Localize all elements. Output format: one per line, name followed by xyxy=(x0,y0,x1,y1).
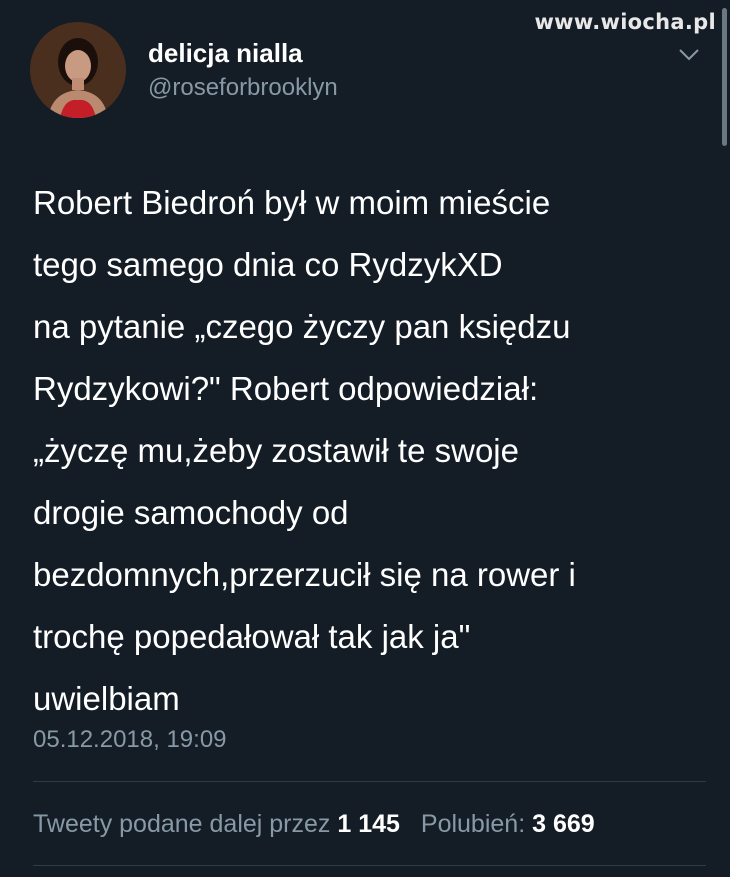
tweet-line: trochę popedałował tak jak ja" xyxy=(33,618,471,655)
tweet-line: „życzę mu,żeby zostawił te swoje xyxy=(33,432,519,469)
tweet-text: Robert Biedroń był w moim mieście tego s… xyxy=(33,172,713,730)
tweet-line: Robert Biedroń był w moim mieście xyxy=(33,184,551,221)
avatar[interactable] xyxy=(30,22,126,118)
user-handle[interactable]: @roseforbrooklyn xyxy=(148,74,338,102)
chevron-down-icon[interactable] xyxy=(678,48,700,62)
tweet-line: na pytanie „czego życzy pan księdzu xyxy=(33,308,571,345)
tweet-line: drogie samochody od xyxy=(33,494,349,531)
tweet-line: Rydzykowi?" Robert odpowiedział: xyxy=(33,370,539,407)
retweets-label[interactable]: Tweety podane dalej przez xyxy=(33,810,330,838)
tweet-stats: Tweety podane dalej przez 1 145 Polubień… xyxy=(33,810,595,839)
user-name[interactable]: delicja nialla xyxy=(148,38,303,69)
tweet-timestamp[interactable]: 05.12.2018, 19:09 xyxy=(33,726,227,754)
divider xyxy=(33,865,706,866)
tweet-line: tego samego dnia co RydzykXD xyxy=(33,246,503,283)
tweet-header: delicja nialla @roseforbrooklyn xyxy=(30,22,710,122)
likes-label[interactable]: Polubień: xyxy=(421,810,525,838)
scrollbar[interactable] xyxy=(722,8,727,146)
retweets-count[interactable]: 1 145 xyxy=(337,810,400,838)
tweet-line: uwielbiam xyxy=(33,680,180,717)
tweet-line: bezdomnych,przerzucił się na rower i xyxy=(33,556,576,593)
divider xyxy=(33,781,706,782)
likes-count[interactable]: 3 669 xyxy=(532,810,595,838)
